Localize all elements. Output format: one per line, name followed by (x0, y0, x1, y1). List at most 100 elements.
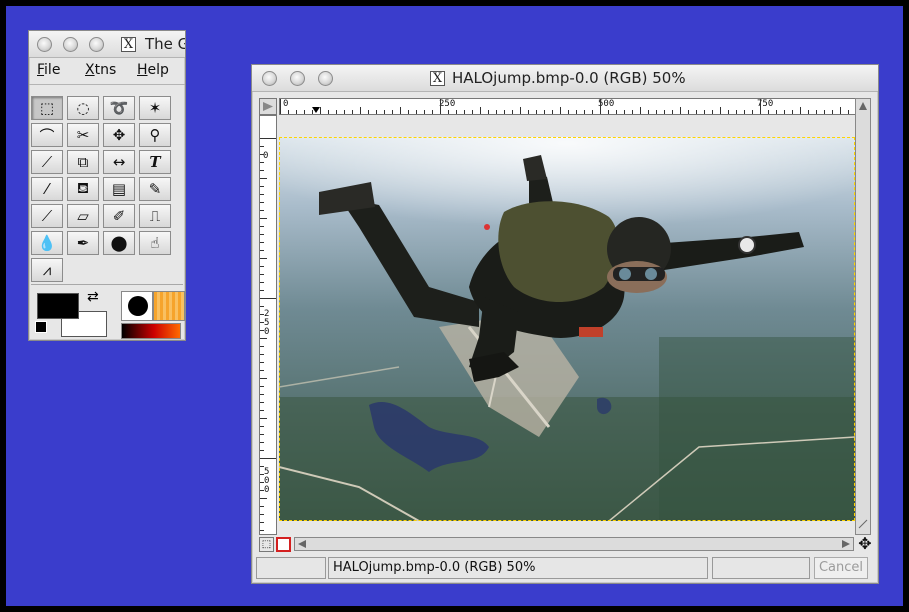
ruler-corner-menu-button[interactable] (259, 98, 277, 115)
minimize-button[interactable] (63, 37, 78, 52)
tool-crop-button[interactable]: ⟋ (31, 150, 63, 174)
ruler-tick (600, 99, 601, 114)
tool-convolve-button[interactable]: 💧 (31, 231, 63, 255)
tool-color-picker-button[interactable]: ⁄ (31, 177, 63, 201)
tool-ink-button[interactable]: ✒ (67, 231, 99, 255)
tool-eraser-button[interactable]: ▱ (67, 204, 99, 228)
ruler-tick (376, 110, 377, 114)
ruler-tick (560, 107, 561, 114)
triangle-icon (263, 102, 273, 111)
ruler-tick (260, 530, 264, 531)
tool-airbrush-button[interactable]: ✐ (103, 204, 135, 228)
tool-blend-button[interactable]: ▤ (103, 177, 135, 201)
ruler-tick (260, 146, 264, 147)
ruler-tick (260, 298, 276, 299)
zoom-button[interactable] (318, 71, 333, 86)
tool-bucket-fill-button[interactable]: ⛾ (67, 177, 99, 201)
ruler-tick (488, 110, 489, 114)
ruler-tick (448, 110, 449, 114)
swap-colors-icon[interactable]: ⇄ (87, 289, 99, 305)
tool-transform-button[interactable]: ⧉ (67, 150, 99, 174)
ruler-tick (260, 242, 264, 243)
ruler-tick (260, 250, 264, 251)
tool-bezier-select-button[interactable]: ⌒ (31, 123, 63, 147)
ruler-tick (344, 110, 345, 114)
image-canvas[interactable] (279, 137, 855, 521)
ruler-v-label: 250 (264, 309, 270, 337)
airbrush-icon: ✐ (112, 207, 126, 225)
scroll-up-icon[interactable] (858, 101, 868, 111)
ruler-tick (720, 107, 721, 114)
cancel-button[interactable]: Cancel (814, 557, 868, 579)
navigate-icon[interactable]: ✥ (856, 535, 874, 553)
pencil-icon: ✎ (148, 180, 162, 198)
tool-smudge-button[interactable]: ☝ (139, 231, 171, 255)
ruler-tick (260, 274, 264, 275)
tool-fuzzy-select-button[interactable]: ✶ (139, 96, 171, 120)
brush-preview[interactable] (121, 291, 153, 321)
toolbox-title: The G (145, 35, 186, 53)
pattern-preview[interactable] (153, 291, 185, 321)
horizontal-scrollbar[interactable] (294, 537, 854, 551)
ruler-tick (696, 110, 697, 114)
horizontal-ruler[interactable]: 0 250 500 750 (279, 98, 859, 115)
tool-scissors-select-button[interactable]: ✂ (67, 123, 99, 147)
minimize-button[interactable] (290, 71, 305, 86)
tool-lasso-select-button[interactable]: ➰ (103, 96, 135, 120)
ruler-tick (260, 170, 264, 171)
tool-flip-button[interactable]: ↔ (103, 150, 135, 174)
tool-rect-select-button[interactable]: ⬚ (31, 96, 63, 120)
menu-xtns[interactable]: Xtns (85, 62, 116, 78)
ruler-h-label: 250 (439, 99, 456, 109)
ruler-tick (260, 330, 264, 331)
ruler-v-label: 0 (263, 151, 269, 161)
quickmask-off-button[interactable]: ⬚ (259, 537, 274, 552)
rect-select-icon: ⬚ (39, 99, 55, 117)
progress-field (712, 557, 810, 579)
foreground-color-swatch[interactable] (37, 293, 79, 319)
ruler-tick (432, 110, 433, 114)
pointer-marker-icon (312, 107, 320, 113)
tool-pencil-button[interactable]: ✎ (139, 177, 171, 201)
ruler-tick (260, 218, 267, 219)
ruler-tick (260, 282, 264, 283)
ruler-tick (792, 110, 793, 114)
vertical-scrollbar[interactable] (855, 98, 871, 535)
convolve-icon: 💧 (37, 234, 57, 252)
toolbox-titlebar[interactable]: X The G (29, 31, 185, 58)
gradient-preview[interactable] (121, 323, 181, 339)
paintbrush-icon: ⟋ (41, 207, 53, 225)
scroll-left-icon[interactable] (297, 539, 307, 549)
zoom-button[interactable] (89, 37, 104, 52)
eraser-icon: ▱ (77, 207, 89, 225)
ruler-tick (664, 110, 665, 114)
image-titlebar[interactable]: X HALOjump.bmp-0.0 (RGB) 50% (252, 65, 878, 92)
tool-clone-button[interactable]: ⎍ (139, 204, 171, 228)
ruler-h-label: 0 (283, 99, 289, 109)
tool-dodge-burn-button[interactable]: ⬤ (103, 231, 135, 255)
quickmask-on-button[interactable] (276, 537, 291, 552)
tool-paintbrush-button[interactable]: ⟋ (31, 204, 63, 228)
tool-ellipse-select-button[interactable]: ◌ (67, 96, 99, 120)
default-colors-icon[interactable] (35, 321, 47, 333)
ruler-tick (800, 107, 801, 114)
ruler-tick (576, 110, 577, 114)
ruler-tick (712, 110, 713, 114)
ruler-tick (260, 266, 264, 267)
menu-file[interactable]: File (37, 62, 60, 78)
close-button[interactable] (37, 37, 52, 52)
tool-move-button[interactable]: ✥ (103, 123, 135, 147)
vertical-ruler[interactable]: 0 250 500 (259, 115, 277, 535)
tool-magnify-button[interactable]: ⚲ (139, 123, 171, 147)
x11-icon: X (430, 71, 445, 86)
tool-measure-button[interactable]: ⩘ (31, 258, 63, 282)
resize-corner-icon[interactable] (858, 519, 868, 529)
scroll-right-icon[interactable] (841, 539, 851, 549)
tool-text-button[interactable]: T (139, 150, 171, 174)
ruler-tick (260, 370, 264, 371)
menu-help[interactable]: Help (137, 62, 169, 78)
ruler-tick (260, 498, 267, 499)
color-area: ⇄ (31, 284, 185, 340)
ruler-tick (392, 110, 393, 114)
close-button[interactable] (262, 71, 277, 86)
